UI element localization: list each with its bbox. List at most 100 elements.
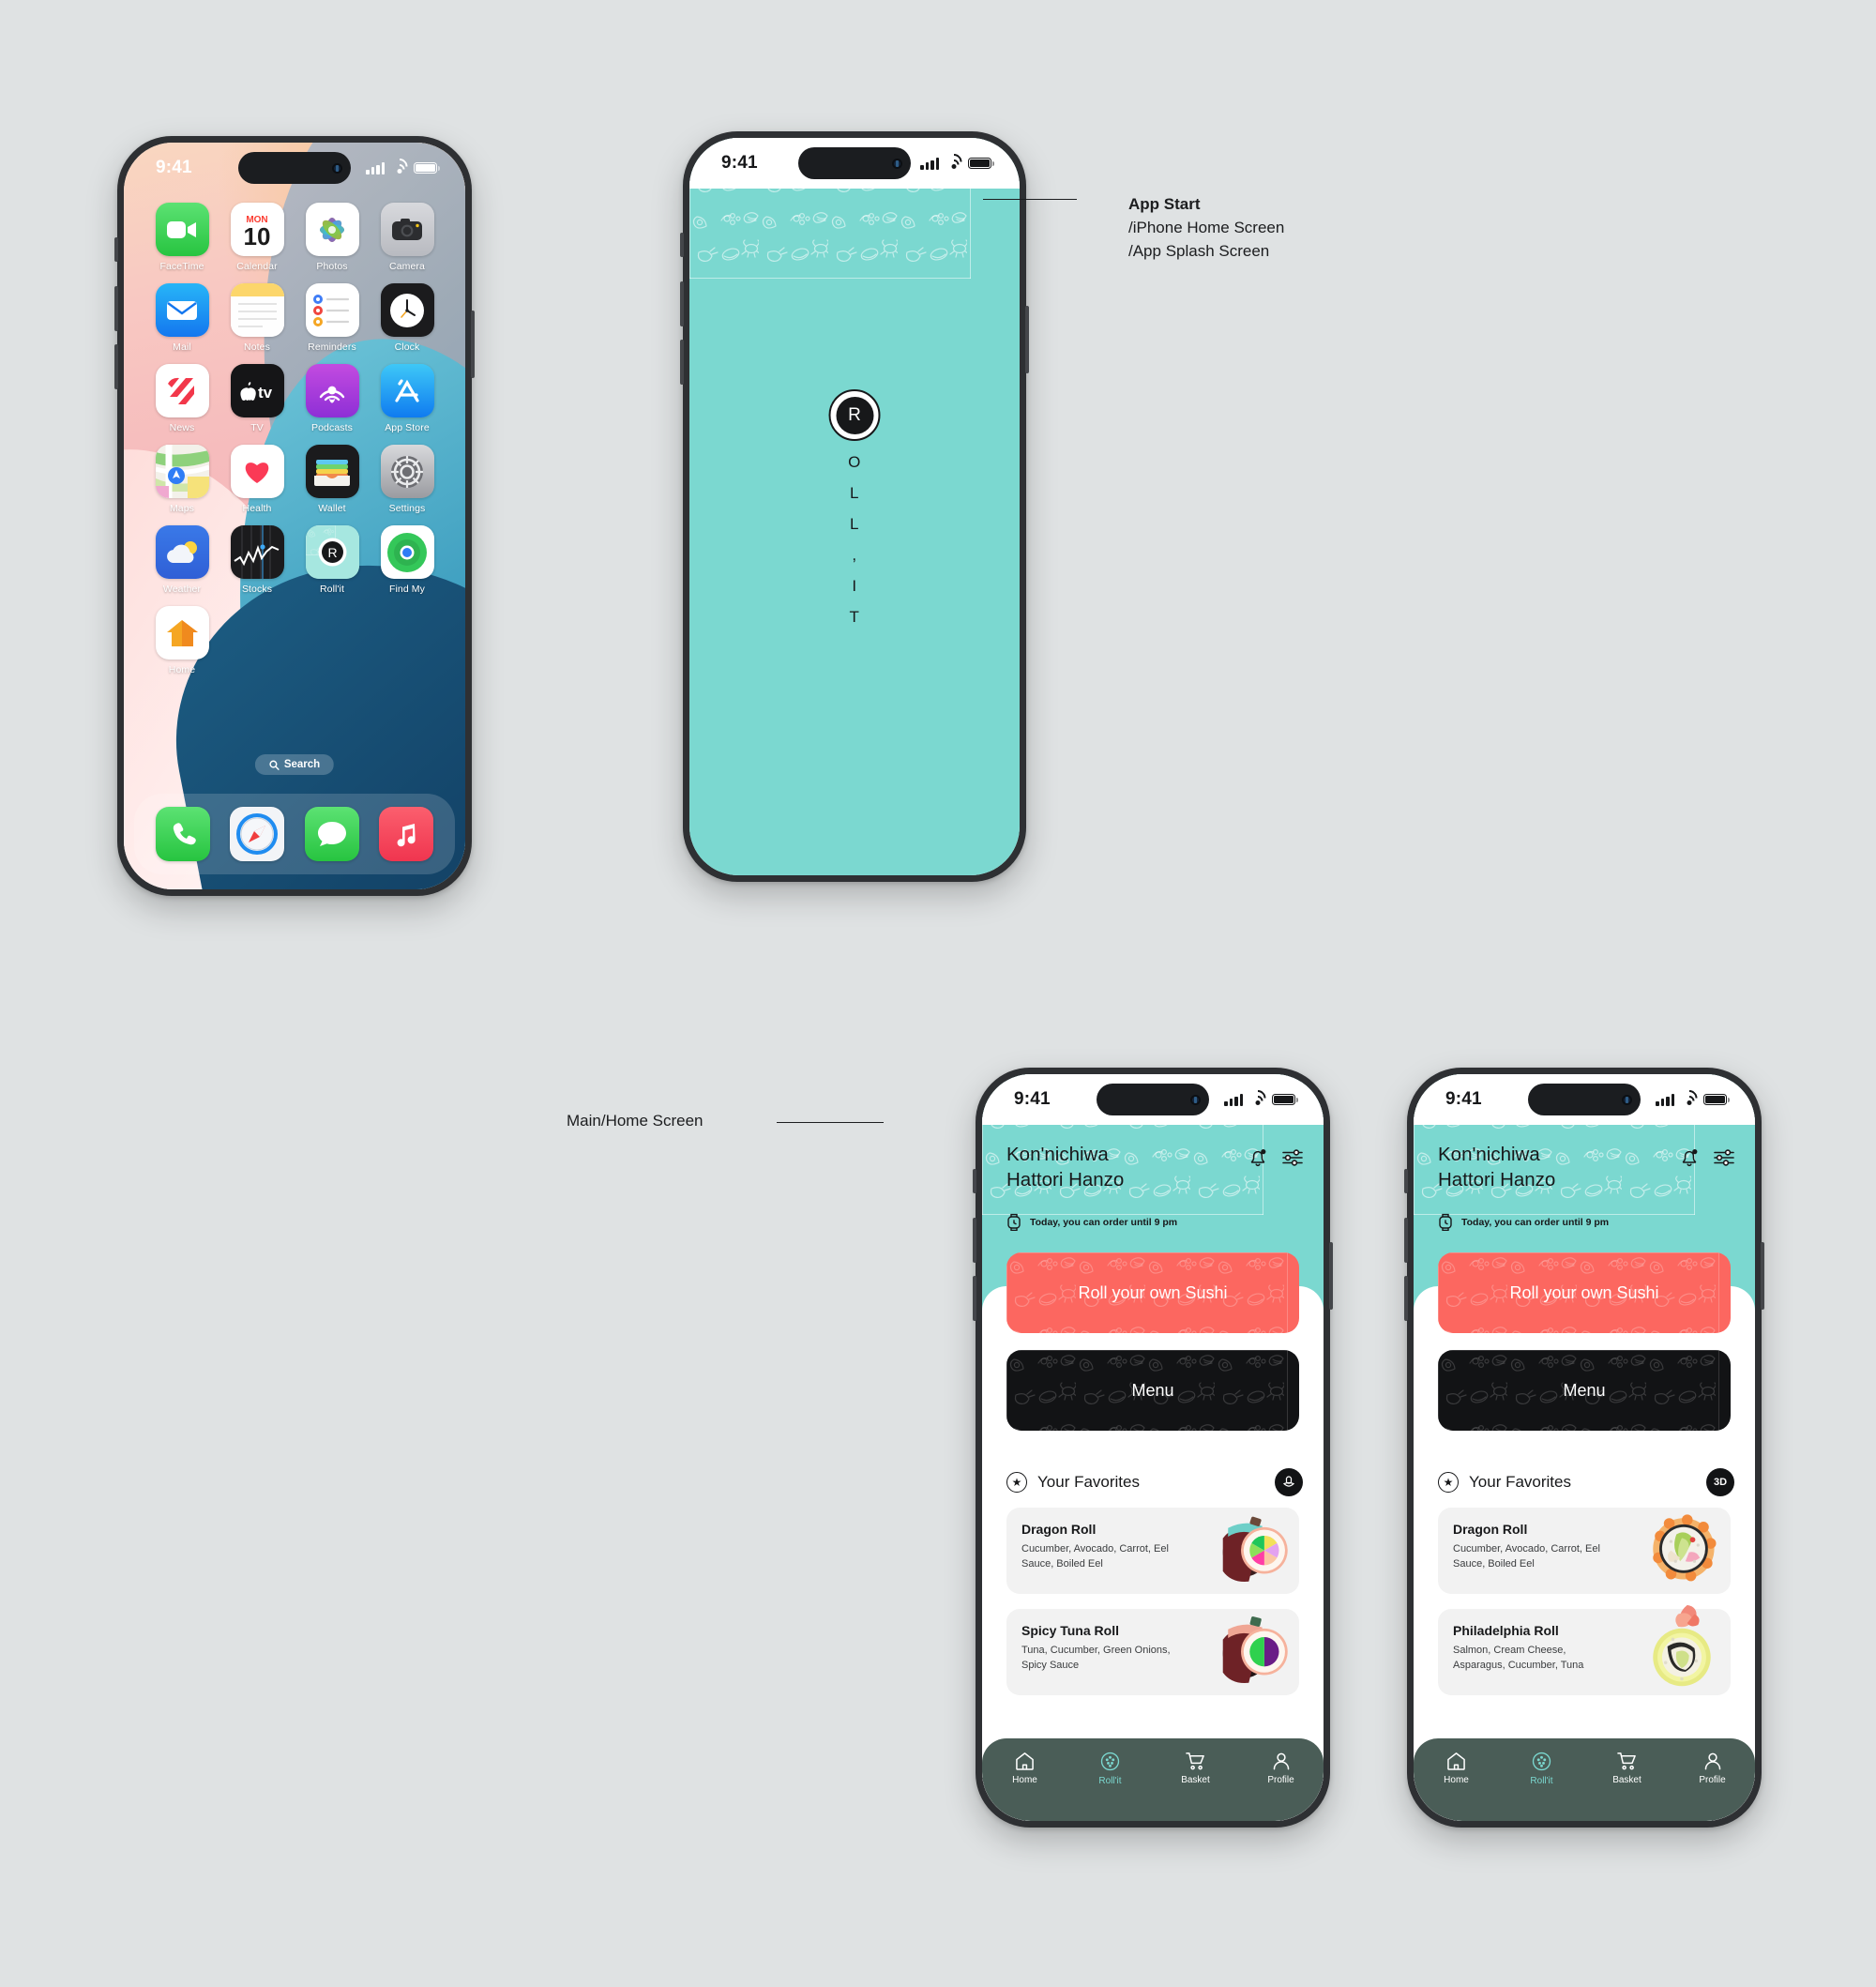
app-label: Maps	[169, 503, 195, 514]
health-icon	[230, 445, 284, 498]
tab-profile[interactable]: Profile	[1251, 1752, 1311, 1785]
app-label: Home	[168, 664, 196, 675]
app-icon-calendar[interactable]: MON 10 Calendar	[219, 203, 295, 272]
annotation-leader-line	[983, 199, 1077, 200]
calendar-icon: MON 10	[230, 203, 284, 256]
app-icon-settings[interactable]: Settings	[370, 445, 445, 514]
order-notice: Today, you can order until 9 pm	[1006, 1213, 1177, 1231]
flower-icon-button[interactable]	[1275, 1468, 1303, 1496]
favorite-card[interactable]: Dragon Roll Cucumber, Avocado, Carrot, E…	[1438, 1508, 1731, 1594]
phone-app-splash-screen: 9:41 R O L L , I T	[680, 131, 1029, 882]
app-label: Wallet	[318, 503, 346, 514]
sushi-3d-render	[1222, 1616, 1288, 1684]
phone-iphone-home-screen: 9:41 FaceTime MON 10 Calendar Photos Cam…	[114, 136, 475, 896]
app-icon-stocks[interactable]: Stocks	[219, 525, 295, 595]
search-pill[interactable]: Search	[254, 754, 335, 775]
notes-icon	[230, 283, 284, 337]
app-store-icon	[380, 364, 434, 417]
cta-roll-your-own-sushi[interactable]: Roll your own Sushi	[1438, 1252, 1731, 1333]
app-icon-clock[interactable]: Clock	[370, 283, 445, 353]
cta-menu[interactable]: Menu	[1438, 1350, 1731, 1431]
favorite-card[interactable]: Philadelphia Roll Salmon, Cream Cheese, …	[1438, 1604, 1731, 1695]
app-icon-find-my[interactable]: Find My	[370, 525, 445, 595]
app-icon-news[interactable]: News	[144, 364, 219, 433]
logo-char: T	[849, 608, 860, 626]
greeting-line-1: Kon'nichiwa	[1438, 1144, 1540, 1165]
app-icon-photos[interactable]: Photos	[295, 203, 370, 272]
tab-label: Roll'it	[1530, 1776, 1553, 1786]
3d-toggle-button[interactable]: 3D	[1706, 1468, 1734, 1496]
person-icon	[1273, 1752, 1289, 1770]
search-label: Search	[283, 759, 321, 770]
iphone-home-screen: 9:41 FaceTime MON 10 Calendar Photos Cam…	[124, 143, 465, 889]
app-icon-facetime[interactable]: FaceTime	[144, 203, 219, 272]
home-app-icon	[155, 606, 209, 660]
bell-icon[interactable]	[1680, 1147, 1699, 1173]
cta-menu[interactable]: Menu	[1006, 1350, 1299, 1431]
app-label: Settings	[388, 503, 426, 514]
phone-app-home-variant-b: 9:41 Kon'nichiwa Hattori Hanzo Today, yo…	[1404, 1068, 1764, 1828]
safari-icon[interactable]	[230, 807, 285, 861]
tab-rollit[interactable]: Roll'it	[1512, 1752, 1572, 1786]
watch-icon	[1007, 1213, 1021, 1231]
tab-home[interactable]: Home	[995, 1752, 1055, 1785]
app-label: Photos	[316, 261, 348, 272]
news-icon	[155, 364, 209, 417]
annotation-title: Main/Home Screen	[567, 1112, 704, 1130]
app-icon-podcasts[interactable]: Podcasts	[295, 364, 370, 433]
sushi-photo	[1653, 1514, 1717, 1582]
status-time: 9:41	[156, 158, 192, 177]
app-icon-health[interactable]: Health	[219, 445, 295, 514]
cta-roll-your-own-sushi[interactable]: Roll your own Sushi	[1006, 1252, 1299, 1333]
wallet-icon	[305, 445, 359, 498]
3d-toggle-label: 3D	[1713, 1477, 1728, 1488]
camera-icon	[380, 203, 434, 256]
app-icon-reminders[interactable]: Reminders	[295, 283, 370, 353]
phone-icon[interactable]	[155, 807, 210, 861]
app-icon-home-app[interactable]: Home	[144, 606, 219, 675]
app-label: Camera	[389, 261, 425, 272]
messages-icon[interactable]	[304, 807, 359, 861]
sliders-icon[interactable]	[1282, 1148, 1303, 1172]
tab-rollit[interactable]: Roll'it	[1081, 1752, 1141, 1786]
tab-basket[interactable]: Basket	[1166, 1752, 1226, 1785]
tab-home[interactable]: Home	[1427, 1752, 1487, 1785]
annotation-leader-line	[777, 1122, 884, 1123]
app-icon-mail[interactable]: Mail	[144, 283, 219, 353]
status-time: 9:41	[721, 153, 758, 173]
greeting-line-2: Hattori Hanzo	[1438, 1169, 1556, 1191]
music-icon[interactable]	[379, 807, 434, 861]
app-label: Mail	[173, 341, 191, 353]
app-icon-maps[interactable]: Maps	[144, 445, 219, 514]
app-icon-weather[interactable]: Weather	[144, 525, 219, 595]
app-icon-wallet[interactable]: Wallet	[295, 445, 370, 514]
logo-char: I	[852, 577, 857, 595]
settings-icon	[380, 445, 434, 498]
app-icon-rollit[interactable]: R Roll'it	[295, 525, 370, 595]
status-time: 9:41	[1014, 1089, 1051, 1109]
bell-icon[interactable]	[1248, 1147, 1267, 1173]
favorite-card[interactable]: Dragon Roll Cucumber, Avocado, Carrot, E…	[1006, 1508, 1299, 1594]
tab-basket[interactable]: Basket	[1597, 1752, 1657, 1785]
app-icon-app-store[interactable]: App Store	[370, 364, 445, 433]
app-label: Clock	[394, 341, 420, 353]
reminders-icon	[305, 283, 359, 337]
sliders-icon[interactable]	[1714, 1148, 1734, 1172]
app-icon-notes[interactable]: Notes	[219, 283, 295, 353]
star-icon: ★	[1006, 1472, 1027, 1493]
wifi-icon	[942, 149, 965, 174]
app-icon-tv[interactable]: tv TV	[219, 364, 295, 433]
splash-screen: 9:41 R O L L , I T	[689, 138, 1020, 875]
favorite-card[interactable]: Spicy Tuna Roll Tuna, Cucumber, Green On…	[1006, 1609, 1299, 1695]
app-icon-camera[interactable]: Camera	[370, 203, 445, 272]
logo-char: ,	[852, 546, 857, 564]
app-label: FaceTime	[159, 261, 204, 272]
rollit-logo-badge: R	[828, 389, 881, 441]
svg-text:tv: tv	[258, 384, 273, 401]
cart-icon	[1186, 1752, 1204, 1770]
annotation-title: App Start	[1128, 195, 1201, 213]
tab-profile[interactable]: Profile	[1683, 1752, 1743, 1785]
tab-label: Home	[1444, 1775, 1469, 1785]
tab-label: Profile	[1699, 1775, 1726, 1785]
stocks-icon	[230, 525, 284, 579]
